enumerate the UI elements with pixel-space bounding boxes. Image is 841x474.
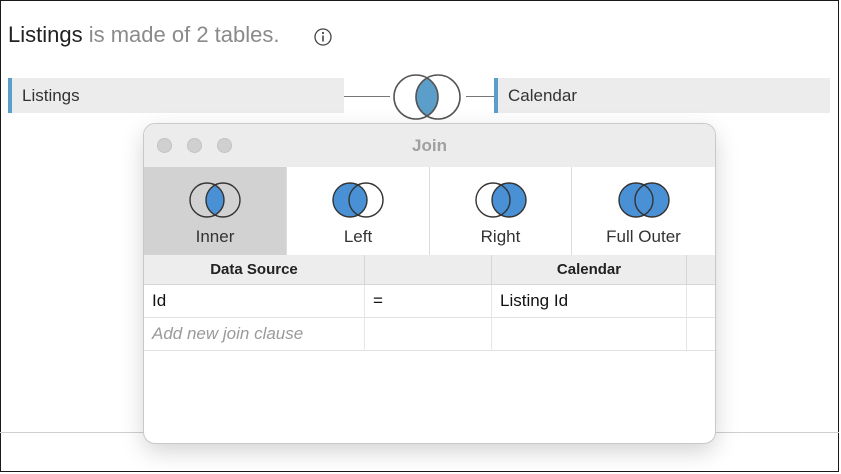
left-table-pill[interactable]: Listings — [8, 78, 344, 113]
left-table-label: Listings — [22, 86, 80, 105]
connector-line-left — [344, 96, 390, 97]
add-join-clause-placeholder[interactable]: Add new join clause — [144, 318, 365, 350]
column-header-spacer — [687, 255, 715, 284]
join-type-label: Full Outer — [606, 227, 681, 246]
info-circle-icon[interactable] — [313, 27, 333, 47]
join-clause-header: Data Source Calendar — [144, 255, 715, 285]
join-venn-icon[interactable] — [388, 72, 466, 122]
empty-operator-cell — [365, 318, 492, 350]
join-type-right[interactable]: Right — [430, 167, 572, 255]
join-clause-row[interactable]: Id = Listing Id — [144, 285, 715, 318]
join-type-label: Inner — [195, 227, 235, 246]
clause-spacer — [687, 318, 715, 350]
join-dialog: Join Inner Left Right Full Outer Data So… — [144, 124, 715, 443]
right-join-icon — [474, 182, 527, 218]
right-table-label: Calendar — [508, 86, 577, 105]
left-join-icon — [332, 182, 384, 218]
join-type-inner[interactable]: Inner — [144, 167, 287, 255]
dialog-title: Join — [412, 136, 447, 155]
join-type-full-outer[interactable]: Full Outer — [572, 167, 715, 255]
column-header-left: Data Source — [144, 255, 365, 284]
add-join-clause-row[interactable]: Add new join clause — [144, 318, 715, 351]
column-header-right: Calendar — [492, 255, 687, 284]
dialog-titlebar[interactable]: Join — [144, 124, 715, 167]
full-outer-join-icon — [617, 182, 670, 218]
join-type-label: Left — [343, 227, 373, 246]
page-title: Listings is made of 2 tables. — [8, 22, 280, 48]
inner-join-icon — [189, 182, 241, 218]
join-type-left[interactable]: Left — [287, 167, 430, 255]
join-type-label: Right — [480, 227, 521, 246]
clause-right-field[interactable]: Listing Id — [492, 285, 687, 317]
column-header-operator — [365, 255, 492, 284]
table-name: Listings — [8, 22, 83, 47]
table-count-text: is made of 2 tables. — [88, 22, 280, 47]
clause-operator[interactable]: = — [365, 285, 492, 317]
empty-right-cell — [492, 318, 687, 350]
join-type-selector: Inner Left Right Full Outer — [144, 167, 715, 255]
clause-spacer — [687, 285, 715, 317]
right-table-pill[interactable]: Calendar — [494, 78, 830, 113]
clause-left-field[interactable]: Id — [144, 285, 365, 317]
connector-line-right — [466, 96, 494, 97]
